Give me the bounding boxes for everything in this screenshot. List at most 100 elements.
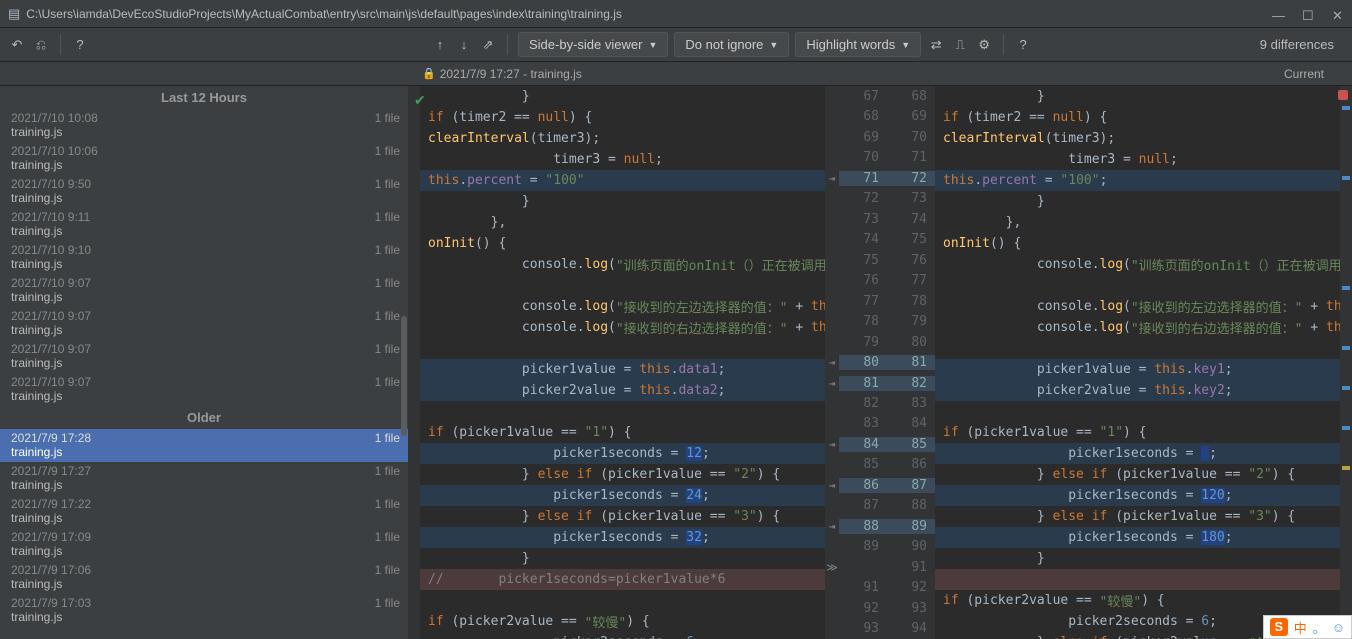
settings-gear-icon[interactable]: ⚙ <box>975 36 993 54</box>
sidebar-scrollbar[interactable] <box>400 86 408 639</box>
code-line[interactable]: picker1seconds = 180; <box>935 527 1340 548</box>
history-item[interactable]: 2021/7/9 17:061 filetraining.js <box>0 561 408 594</box>
history-item[interactable]: 2021/7/10 9:071 filetraining.js <box>0 340 408 373</box>
code-line[interactable]: } else if (picker1value == "3") { <box>420 506 825 527</box>
diff-marker[interactable] <box>1342 386 1350 390</box>
code-line[interactable]: timer3 = null; <box>935 149 1340 170</box>
apply-icon[interactable]: ⇗ <box>479 36 497 54</box>
right-marker-strip[interactable] <box>1340 86 1352 639</box>
code-line[interactable]: picker1value = this.key1; <box>935 359 1340 380</box>
code-line[interactable]: picker1seconds = 12; <box>420 443 825 464</box>
scrollbar-thumb[interactable] <box>401 316 407 436</box>
code-line[interactable] <box>420 590 825 611</box>
diff-marker-icon[interactable]: ⇥ <box>825 356 839 369</box>
code-line[interactable]: console.log("接收到的左边选择器的值：" + this. <box>935 296 1340 317</box>
history-item[interactable]: 2021/7/9 17:271 filetraining.js <box>0 462 408 495</box>
code-line[interactable]: picker2seconds = 6: <box>420 632 825 639</box>
ime-toolbar[interactable]: S 中 。 ☺ <box>1263 615 1352 639</box>
code-line[interactable]: console.log("接收到的右边选择器的值：" + this. <box>935 317 1340 338</box>
code-line[interactable]: if (picker2value == "较慢") { <box>935 590 1340 611</box>
code-line[interactable] <box>935 275 1340 296</box>
code-line[interactable]: picker1value = this.data1; <box>420 359 825 380</box>
code-line[interactable] <box>935 569 1340 590</box>
code-line[interactable] <box>420 275 825 296</box>
code-line[interactable]: if (picker2value == "较慢") { <box>420 611 825 632</box>
code-line[interactable]: picker1seconds = 24; <box>420 485 825 506</box>
code-line[interactable]: } <box>420 191 825 212</box>
code-line[interactable]: timer3 = null; <box>420 149 825 170</box>
history-item[interactable]: 2021/7/10 9:501 filetraining.js <box>0 175 408 208</box>
code-line[interactable]: if (picker1value == "1") { <box>420 422 825 443</box>
code-line[interactable]: } <box>935 548 1340 569</box>
code-line[interactable]: picker1seconds = ; <box>935 443 1340 464</box>
code-line[interactable]: clearInterval(timer3); <box>935 128 1340 149</box>
diff-marker-icon[interactable]: ⇥ <box>825 479 839 492</box>
highlight-mode-dropdown[interactable]: Highlight words ▼ <box>795 32 921 57</box>
sync-scroll-icon[interactable]: ⎍ <box>951 36 969 54</box>
undo-icon[interactable]: ↶ <box>8 36 26 54</box>
code-line[interactable]: onInit() { <box>420 233 825 254</box>
code-line[interactable]: }, <box>935 212 1340 233</box>
ime-lang-label[interactable]: 中 <box>1294 618 1307 637</box>
history-item[interactable]: 2021/7/10 10:081 filetraining.js <box>0 109 408 142</box>
viewer-mode-dropdown[interactable]: Side-by-side viewer ▼ <box>518 32 668 57</box>
code-line[interactable]: }, <box>420 212 825 233</box>
history-item[interactable]: 2021/7/9 17:281 filetraining.js <box>0 429 408 462</box>
history-item[interactable]: 2021/7/9 17:091 filetraining.js <box>0 528 408 561</box>
left-code-pane[interactable]: } if (timer2 == null) { clearInterval(ti… <box>420 86 825 639</box>
maximize-icon[interactable]: ☐ <box>1302 8 1314 20</box>
ignore-mode-dropdown[interactable]: Do not ignore ▼ <box>674 32 789 57</box>
code-line[interactable]: clearInterval(timer3); <box>420 128 825 149</box>
history-item[interactable]: 2021/7/10 9:111 filetraining.js <box>0 208 408 241</box>
code-line[interactable]: onInit() { <box>935 233 1340 254</box>
code-line[interactable]: console.log("接收到的左边选择器的值：" + thi <box>420 296 825 317</box>
code-line[interactable]: } <box>935 86 1340 107</box>
code-line[interactable]: if (timer2 == null) { <box>420 107 825 128</box>
close-icon[interactable]: ✕ <box>1332 8 1344 20</box>
ime-punct-icon[interactable]: 。 <box>1313 618 1326 637</box>
code-line[interactable]: this.percent = "100" <box>420 170 825 191</box>
code-line[interactable] <box>420 338 825 359</box>
diff-marker[interactable] <box>1342 426 1350 430</box>
code-line[interactable] <box>420 401 825 422</box>
history-item[interactable]: 2021/7/10 10:061 filetraining.js <box>0 142 408 175</box>
history-item[interactable]: 2021/7/9 17:031 filetraining.js <box>0 594 408 627</box>
code-line[interactable] <box>935 401 1340 422</box>
diff-marker-icon[interactable]: ⇥ <box>825 172 839 185</box>
diff-marker[interactable] <box>1342 286 1350 290</box>
diff-marker-icon[interactable]: ⇥ <box>825 377 839 390</box>
collapse-icon[interactable]: ⇄ <box>927 36 945 54</box>
code-line[interactable]: } else if (picker1value == "3") { <box>935 506 1340 527</box>
diff-marker[interactable] <box>1342 106 1350 110</box>
code-line[interactable]: this.percent = "100"; <box>935 170 1340 191</box>
code-line[interactable]: picker1seconds = 120; <box>935 485 1340 506</box>
code-line[interactable]: picker1seconds = 32; <box>420 527 825 548</box>
ime-emoji-icon[interactable]: ☺ <box>1332 620 1345 635</box>
code-line[interactable]: } <box>420 548 825 569</box>
code-line[interactable]: if (timer2 == null) { <box>935 107 1340 128</box>
code-line[interactable]: } <box>935 191 1340 212</box>
code-line[interactable]: console.log("接收到的右边选择器的值：" + thi <box>420 317 825 338</box>
history-item[interactable]: 2021/7/10 9:071 filetraining.js <box>0 373 408 406</box>
code-line[interactable]: if (picker1value == "1") { <box>935 422 1340 443</box>
code-line[interactable] <box>935 338 1340 359</box>
help-icon[interactable]: ? <box>1014 36 1032 54</box>
minimize-icon[interactable]: — <box>1272 8 1284 20</box>
revert-icon[interactable]: ⎌ <box>32 36 50 54</box>
diff-marker-icon[interactable]: ≫ <box>825 561 839 574</box>
next-diff-icon[interactable]: ↓ <box>455 36 473 54</box>
code-line[interactable]: console.log("训练页面的onInit（）正在被调用" <box>420 254 825 275</box>
code-line[interactable]: picker2value = this.data2; <box>420 380 825 401</box>
right-code-pane[interactable]: } if (timer2 == null) { clearInterval(ti… <box>935 86 1340 639</box>
diff-marker-icon[interactable]: ⇥ <box>825 438 839 451</box>
history-item[interactable]: 2021/7/10 9:101 filetraining.js <box>0 241 408 274</box>
code-line[interactable]: // picker1seconds=picker1value*6 <box>420 569 825 590</box>
code-line[interactable]: console.log("训练页面的onInit（）正在被调用"); <box>935 254 1340 275</box>
code-line[interactable]: } else if (picker1value == "2") { <box>420 464 825 485</box>
code-line[interactable]: picker2value = this.key2; <box>935 380 1340 401</box>
diff-marker[interactable] <box>1342 176 1350 180</box>
history-item[interactable]: 2021/7/9 17:221 filetraining.js <box>0 495 408 528</box>
code-line[interactable]: } else if (picker1value == "2") { <box>935 464 1340 485</box>
help-icon[interactable]: ? <box>71 36 89 54</box>
code-line[interactable]: } <box>420 86 825 107</box>
